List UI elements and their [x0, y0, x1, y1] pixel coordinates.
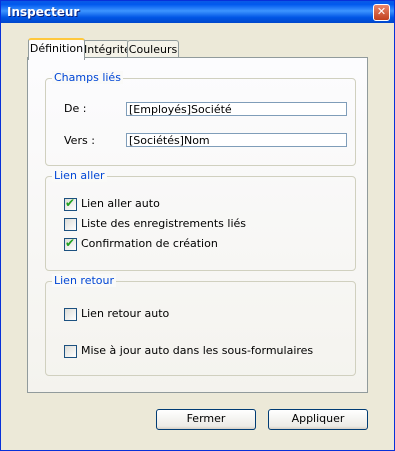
close-icon[interactable]: ✕ — [373, 4, 390, 21]
checkmark-icon: ✔ — [65, 236, 76, 250]
checkbox-box[interactable] — [64, 308, 77, 321]
window-title: Inspecteur — [7, 5, 80, 19]
group-legend: Lien retour — [52, 274, 117, 287]
checkbox-box[interactable] — [64, 218, 77, 231]
group-lien-retour: Lien retour Lien retour auto Mise à jour… — [45, 274, 356, 376]
inspector-window: Inspecteur ✕ Définition Intégrité Couleu… — [0, 0, 395, 451]
group-lien-aller: Lien aller ✔ Lien aller auto Liste des e… — [45, 169, 356, 271]
vers-field[interactable]: [Sociétés]Nom — [126, 133, 347, 147]
checkbox-label: Confirmation de création — [81, 237, 218, 250]
group-legend: Lien aller — [52, 169, 107, 182]
checkbox-label: Liste des enregistrements liés — [81, 217, 246, 230]
tab-panel-definition: Champs liés De : [Employés]Société Vers … — [27, 57, 368, 393]
title-bar[interactable]: Inspecteur ✕ — [1, 1, 394, 23]
group-legend: Champs liés — [52, 71, 123, 84]
checkmark-icon: ✔ — [65, 196, 76, 210]
de-field[interactable]: [Employés]Société — [126, 102, 347, 116]
checkbox-label: Mise à jour auto dans les sous-formulair… — [81, 344, 314, 357]
close-button[interactable]: Fermer — [156, 409, 256, 430]
checkbox-box[interactable] — [64, 345, 77, 358]
tab-integrite[interactable]: Intégrité — [83, 40, 131, 58]
vers-label: Vers : — [64, 134, 95, 147]
tab-couleurs[interactable]: Couleurs — [127, 40, 179, 58]
apply-button[interactable]: Appliquer — [268, 409, 368, 430]
de-label: De : — [64, 102, 87, 115]
group-champs-lies: Champs liés De : [Employés]Société Vers … — [45, 71, 356, 166]
tab-definition[interactable]: Définition — [28, 38, 85, 60]
checkbox-label: Lien aller auto — [81, 197, 160, 210]
checkbox-label: Lien retour auto — [81, 307, 170, 320]
checkbox-box[interactable]: ✔ — [64, 236, 77, 251]
checkbox-box[interactable]: ✔ — [64, 196, 77, 211]
